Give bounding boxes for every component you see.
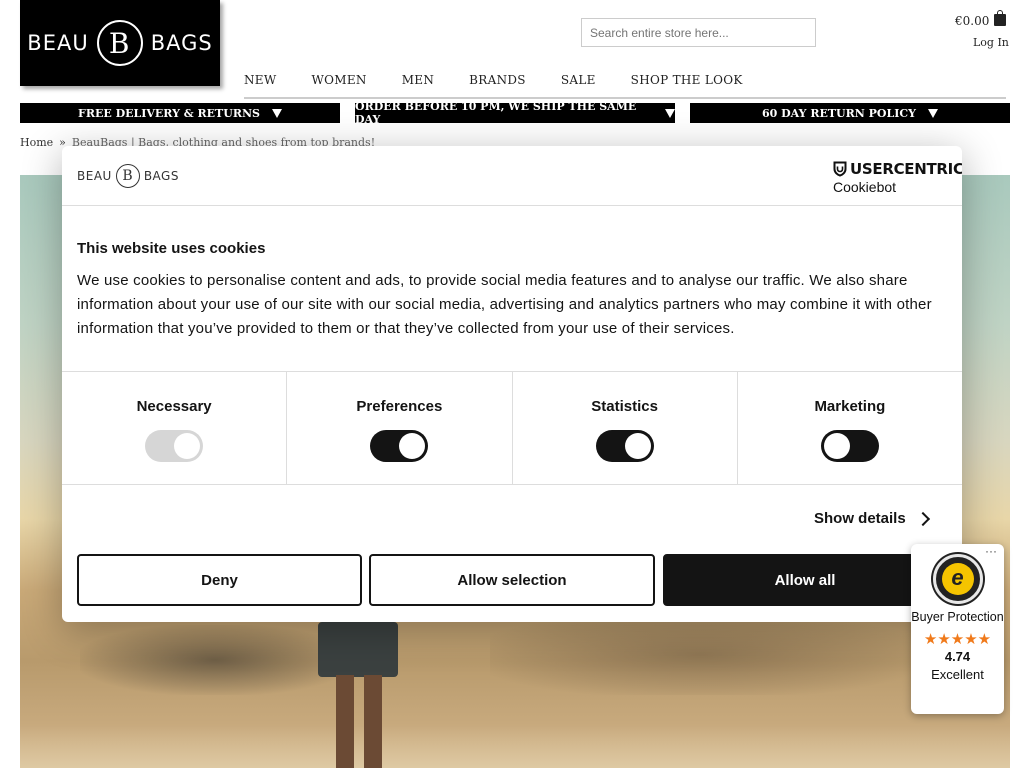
toggle-knob — [823, 433, 850, 459]
category-preferences: Preferences — [287, 372, 513, 484]
consent-categories: Necessary Preferences Statistics Marketi… — [62, 371, 962, 485]
toggle-knob — [624, 433, 651, 459]
triangle-down-icon — [665, 108, 675, 118]
preferences-toggle[interactable] — [370, 430, 429, 462]
brand-text-right: BAGS — [143, 169, 179, 183]
show-details-label: Show details — [814, 510, 906, 527]
nav-item-brands[interactable]: BRANDS — [469, 73, 526, 87]
buyer-protection-label: Buyer Protection — [911, 610, 1004, 624]
hero-figure-leg — [336, 675, 354, 768]
category-label: Preferences — [356, 398, 443, 415]
brand-text-left: BEAU — [77, 169, 112, 183]
category-statistics: Statistics — [513, 372, 738, 484]
nav-item-new[interactable]: NEW — [244, 73, 277, 87]
dialog-description: We use cookies to personalise content an… — [77, 272, 932, 337]
toggle-knob — [174, 433, 201, 459]
provider-product: Cookiebot — [833, 179, 897, 195]
dialog-header: BEAU B BAGS USERCENTRICS Cookiebot — [62, 146, 962, 206]
cart-amount: €0.00 — [955, 14, 990, 28]
trusted-shops-seal-icon: e — [932, 554, 983, 604]
statistics-toggle[interactable] — [595, 430, 654, 462]
dialog-title: This website uses cookies — [77, 240, 266, 257]
hero-figure-leg — [364, 675, 382, 768]
trusted-shops-badge[interactable]: ··· e Buyer Protection ★★★★★ 4.74 Excell… — [911, 544, 1004, 714]
promo-bar-label: ORDER BEFORE 10 PM, WE SHIP THE SAME DAY — [355, 100, 637, 126]
promo-bar-label: FREE DELIVERY & RETURNS — [78, 106, 260, 120]
rating-score: 4.74 — [944, 649, 971, 664]
search-box — [581, 18, 816, 479]
logo-text-left: BEAU — [27, 31, 89, 55]
breadcrumb-home[interactable]: Home — [20, 136, 53, 149]
promo-bar-returns[interactable]: 60 DAY RETURN POLICY — [690, 103, 1010, 123]
rating-stars-icon: ★★★★★ — [923, 631, 992, 648]
necessary-toggle — [145, 430, 204, 462]
site-logo[interactable]: BEAU B BAGS — [20, 0, 220, 86]
marketing-toggle[interactable] — [820, 430, 879, 462]
main-navigation: NEW WOMEN MEN BRANDS SALE SHOP THE LOOK — [244, 73, 778, 87]
category-necessary: Necessary — [62, 372, 288, 484]
deny-button[interactable]: Deny — [77, 554, 362, 606]
nav-item-sale[interactable]: SALE — [561, 73, 596, 87]
show-details-link[interactable]: Show details — [814, 510, 930, 527]
provider-name: USERCENTRICS — [850, 160, 962, 178]
chevron-right-icon — [915, 511, 930, 526]
category-label: Necessary — [136, 398, 212, 415]
category-label: Statistics — [591, 398, 658, 415]
mini-cart[interactable]: €0.00 — [955, 10, 1007, 28]
category-marketing: Marketing — [738, 372, 962, 484]
search-input[interactable] — [582, 19, 788, 46]
allow-all-button[interactable]: Allow all — [663, 554, 947, 606]
dialog-brand-logo: BEAU B BAGS — [77, 164, 179, 188]
shopping-bag-icon — [994, 10, 1007, 26]
allow-selection-button[interactable]: Allow selection — [369, 554, 655, 606]
triangle-down-icon — [928, 108, 939, 118]
hero-figure-shorts — [318, 622, 398, 677]
triangle-down-icon — [271, 108, 282, 118]
nav-item-shop-the-look[interactable]: SHOP THE LOOK — [631, 73, 743, 87]
nav-divider — [244, 97, 1006, 99]
toggle-knob — [399, 433, 426, 459]
promo-bar-delivery[interactable]: FREE DELIVERY & RETURNS — [20, 103, 340, 123]
brand-monogram: B — [115, 164, 140, 188]
shield-icon — [833, 161, 847, 177]
seal-letter: e — [941, 563, 974, 595]
hero-shrub — [80, 625, 350, 695]
logo-monogram: B — [96, 20, 143, 66]
hero-shrub — [490, 615, 910, 695]
usercentrics-logo[interactable]: USERCENTRICS Cookiebot — [833, 160, 962, 195]
cookie-consent-dialog: BEAU B BAGS USERCENTRICS Cookiebot This … — [62, 146, 962, 622]
rating-text: Excellent — [931, 667, 984, 682]
login-link[interactable]: Log In — [973, 36, 1009, 49]
logo-text-right: BAGS — [150, 31, 213, 55]
nav-item-women[interactable]: WOMEN — [312, 73, 367, 87]
badge-menu-icon[interactable]: ··· — [985, 544, 997, 558]
nav-item-men[interactable]: MEN — [402, 73, 434, 87]
hero-shore — [20, 725, 1010, 768]
category-label: Marketing — [814, 398, 886, 415]
promo-bar-same-day[interactable]: ORDER BEFORE 10 PM, WE SHIP THE SAME DAY — [355, 100, 675, 126]
promo-bar-label: 60 DAY RETURN POLICY — [761, 106, 917, 120]
